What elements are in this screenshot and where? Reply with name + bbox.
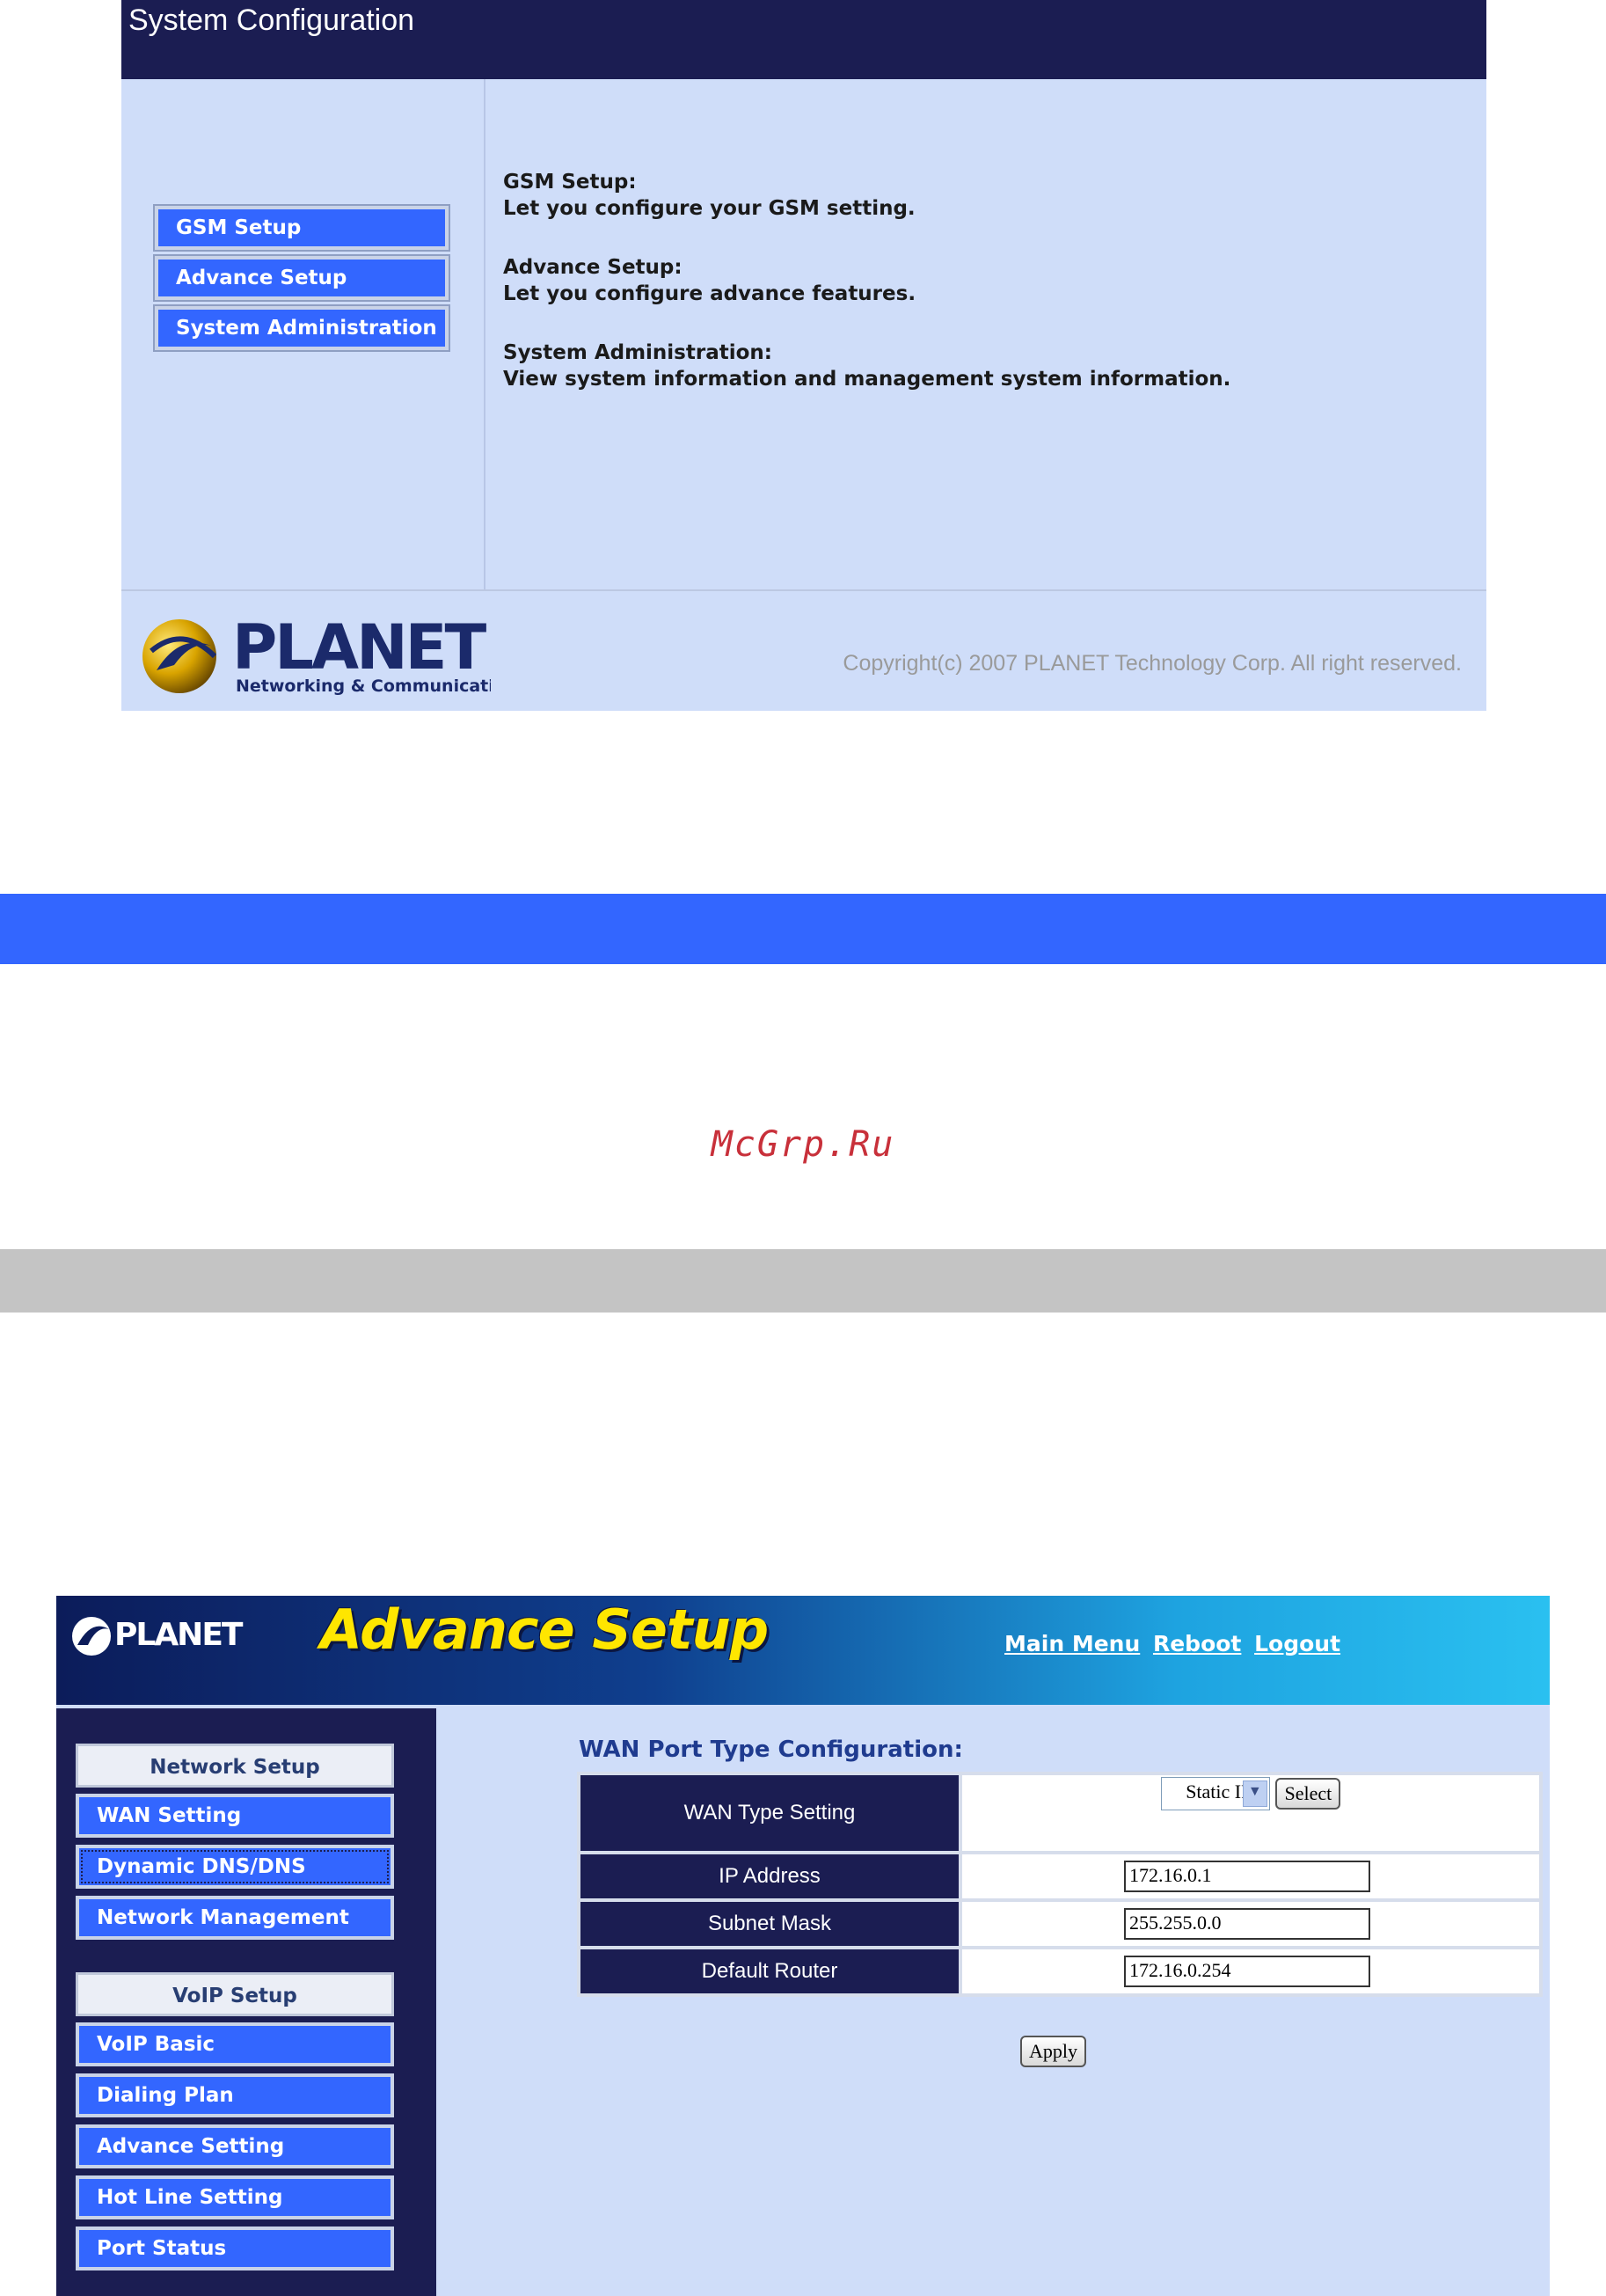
advance-setup-button[interactable]: Advance Setup [153,254,450,302]
page-title: Advance Setup [320,1598,769,1662]
ip-address-cell: 172.16.0.1 [962,1854,1539,1898]
menu-panel: GSM Setup Advance Setup System Administr… [121,79,485,589]
planet-logo: PLANET Networking & Communication [142,616,491,695]
subnet-mask-cell: 255.255.0.0 [962,1902,1539,1946]
reboot-link[interactable]: Reboot [1153,1631,1241,1656]
wan-type-select[interactable]: Static IP ▼ [1160,1777,1270,1810]
sidebar: Network Setup WAN Setting Dynamic DNS/DN… [56,1708,436,2296]
page-title: System Configuration [128,4,415,37]
sidebar-item-port-status[interactable]: Port Status [76,2227,394,2270]
wan-config-table: WAN Type Setting Static IP ▼ Select IP A… [577,1772,1543,1997]
gsm-setup-description: GSM Setup: Let you configure your GSM se… [503,169,916,222]
sidebar-item-voip-basic[interactable]: VoIP Basic [76,2022,394,2066]
blue-banner [0,894,1606,964]
voip-setup-group-header: VoIP Setup [76,1972,394,2016]
description-heading: System Administration: [503,341,772,364]
ip-address-label: IP Address [580,1854,959,1898]
network-setup-group-header: Network Setup [76,1744,394,1788]
watermark-text: McGrp.Ru [711,1124,895,1165]
system-administration-button[interactable]: System Administration [153,304,450,352]
table-row: WAN Type Setting Static IP ▼ Select [580,1775,1539,1851]
main-menu-link[interactable]: Main Menu [1004,1631,1140,1656]
sidebar-item-wan-setting[interactable]: WAN Setting [76,1794,394,1838]
section-title: WAN Port Type Configuration: [579,1737,963,1763]
description-text: View system information and management s… [503,368,1231,391]
header-bar: PLANET Advance Setup Main Menu Reboot Lo… [56,1596,1550,1705]
sidebar-item-hot-line-setting[interactable]: Hot Line Setting [76,2175,394,2219]
select-button[interactable]: Select [1275,1778,1341,1810]
title-bar: System Configuration [121,0,1486,79]
sidebar-item-dynamic-dns[interactable]: Dynamic DNS/DNS [76,1845,394,1889]
table-row: Default Router 172.16.0.254 [580,1949,1539,1993]
logout-link[interactable]: Logout [1254,1631,1340,1656]
ip-address-input[interactable]: 172.16.0.1 [1124,1861,1370,1892]
description-heading: GSM Setup: [503,171,637,194]
footer: PLANET Networking & Communication Copyri… [121,589,1486,711]
subnet-mask-label: Subnet Mask [580,1902,959,1946]
system-configuration-window: System Configuration GSM Setup Advance S… [121,0,1486,711]
logo-tagline: Networking & Communication [236,676,491,695]
subnet-mask-input[interactable]: 255.255.0.0 [1124,1908,1370,1940]
copyright-text: Copyright(c) 2007 PLANET Technology Corp… [843,651,1462,676]
default-router-cell: 172.16.0.254 [962,1949,1539,1993]
description-heading: Advance Setup: [503,256,683,279]
header-links: Main Menu Reboot Logout [1004,1631,1346,1656]
wan-type-label: WAN Type Setting [580,1775,959,1851]
planet-logo: PLANET [72,1617,245,1656]
table-row: IP Address 172.16.0.1 [580,1854,1539,1898]
gray-banner [0,1249,1606,1313]
description-text: Let you configure your GSM setting. [503,197,916,220]
default-router-input[interactable]: 172.16.0.254 [1124,1956,1370,1987]
sidebar-item-advance-setting[interactable]: Advance Setting [76,2124,394,2168]
apply-button[interactable]: Apply [1020,2036,1086,2067]
logo-wordmark: PLANET [114,1617,244,1653]
gsm-setup-button[interactable]: GSM Setup [153,204,450,252]
description-text: Let you configure advance features. [503,282,916,305]
chevron-down-icon[interactable]: ▼ [1242,1780,1267,1807]
sidebar-item-dialing-plan[interactable]: Dialing Plan [76,2073,394,2117]
advance-setup-description: Advance Setup: Let you configure advance… [503,254,916,307]
advance-setup-window: PLANET Advance Setup Main Menu Reboot Lo… [56,1596,1550,2296]
system-administration-description: System Administration: View system infor… [503,340,1230,392]
table-row: Subnet Mask 255.255.0.0 [580,1902,1539,1946]
wan-type-cell: Static IP ▼ Select [962,1775,1539,1851]
logo-wordmark: PLANET [232,616,486,684]
sidebar-item-network-management[interactable]: Network Management [76,1896,394,1940]
default-router-label: Default Router [580,1949,959,1993]
